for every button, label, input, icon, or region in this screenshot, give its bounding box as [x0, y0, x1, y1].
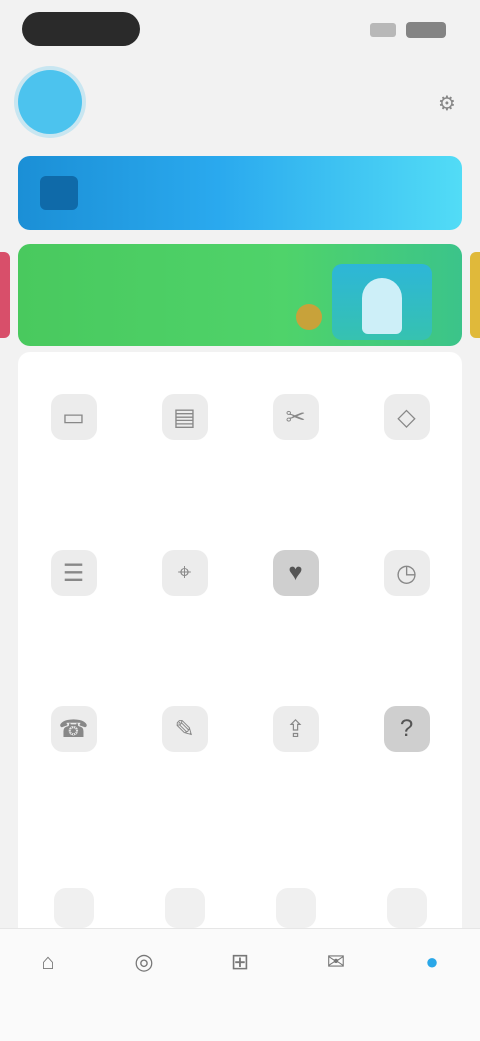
order-icon: ☰ [50, 550, 97, 596]
grid-item-share[interactable]: ⇪ [240, 688, 351, 844]
tab-cart[interactable]: ⊞ [192, 929, 288, 1041]
wallet-icon: ▭ [50, 394, 97, 440]
profile-header: ⚙ [0, 64, 480, 150]
grid-item-help[interactable]: ? [351, 688, 462, 844]
grid-item-service[interactable]: ☎ [18, 688, 129, 844]
grid-row: ▭ ▤ ✂ ◇ [18, 376, 462, 532]
location-icon: ⌖ [161, 550, 208, 596]
help-icon: ? [383, 706, 430, 752]
person-icon [362, 278, 402, 334]
status-indicators [370, 20, 446, 40]
grid-item-order[interactable]: ☰ [18, 532, 129, 688]
grid-item-location[interactable]: ⌖ [129, 532, 240, 688]
points-icon: ◇ [383, 394, 430, 440]
bottom-tab-bar: ⌂ ◎ ⊞ ✉ ● [0, 928, 480, 1041]
settings-icon[interactable]: ⚙ [430, 88, 464, 118]
status-bar [0, 0, 480, 64]
profile-icon: ● [425, 949, 439, 974]
cart-icon: ⊞ [230, 949, 250, 974]
grid-row: ☎ ✎ ⇪ ? [18, 688, 462, 844]
grid-item-favorite[interactable]: ♥ [240, 532, 351, 688]
more-icon [275, 888, 316, 928]
promo-prev-peek [0, 252, 10, 338]
promo-illustration [332, 264, 432, 340]
tab-discover[interactable]: ◎ [96, 929, 192, 1041]
coin-icon [296, 304, 322, 330]
tab-profile[interactable]: ● [384, 929, 480, 1041]
service-icon: ☎ [50, 706, 97, 752]
grid-item-history[interactable]: ◷ [351, 532, 462, 688]
grid-item-points[interactable]: ◇ [351, 376, 462, 532]
share-icon: ⇪ [272, 706, 319, 752]
member-banner[interactable] [18, 156, 462, 230]
grid-item-coupon[interactable]: ✂ [240, 376, 351, 532]
signal-icon [370, 23, 396, 37]
service-grid-card: ▭ ▤ ✂ ◇ ☰ ⌖ ♥ ◷ ☎ ✎ ⇪ ? [18, 352, 462, 942]
feedback-icon: ✎ [161, 706, 208, 752]
tab-home[interactable]: ⌂ [0, 929, 96, 1041]
grid-item-card[interactable]: ▤ [129, 376, 240, 532]
message-icon: ✉ [326, 949, 346, 974]
tab-message[interactable]: ✉ [288, 929, 384, 1041]
battery-icon [406, 22, 446, 38]
card-icon: ▤ [161, 394, 208, 440]
discover-icon: ◎ [134, 949, 154, 974]
grid-item-wallet[interactable]: ▭ [18, 376, 129, 532]
promo-carousel[interactable] [0, 244, 480, 348]
coupon-icon: ✂ [272, 394, 319, 440]
more-icon [164, 888, 205, 928]
grid-item-feedback[interactable]: ✎ [129, 688, 240, 844]
history-icon: ◷ [383, 550, 430, 596]
favorite-icon: ♥ [272, 550, 319, 596]
status-time-pill [22, 12, 140, 46]
grid-row: ☰ ⌖ ♥ ◷ [18, 532, 462, 688]
avatar[interactable] [18, 70, 82, 134]
home-icon: ⌂ [41, 949, 55, 974]
promo-next-peek [470, 252, 480, 338]
more-icon [53, 888, 94, 928]
promo-card[interactable] [18, 244, 462, 346]
more-icon [386, 888, 427, 928]
vip-icon [40, 176, 78, 210]
service-grid: ▭ ▤ ✂ ◇ ☰ ⌖ ♥ ◷ ☎ ✎ ⇪ ? [18, 376, 462, 844]
